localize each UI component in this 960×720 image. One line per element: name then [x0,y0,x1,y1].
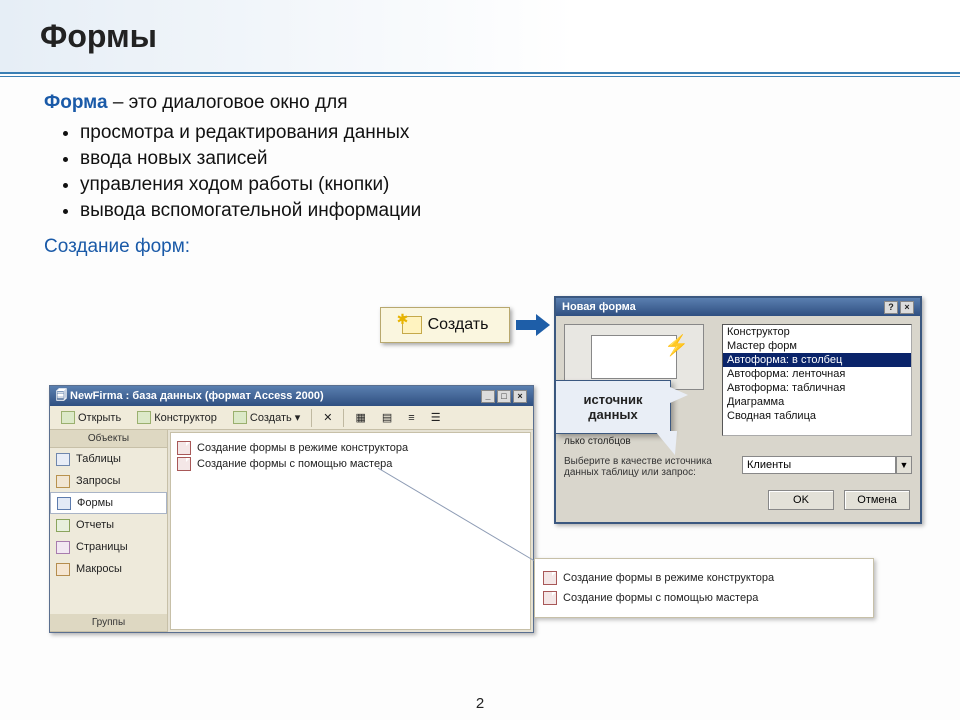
close-button[interactable]: × [513,390,527,403]
wizard-icon [543,571,557,585]
form-icon [57,497,71,510]
toolbar: Открыть Конструктор Создать ▾ ✕ ▦ ▤ ≡ ☰ [50,406,533,430]
option-autoform-table[interactable]: Автоформа: табличная [723,381,911,395]
design-icon [137,411,151,424]
option-wizard[interactable]: Мастер форм [723,339,911,353]
sidebar-item-forms[interactable]: Формы [50,492,167,514]
wizard-icon [543,591,557,605]
sidebar-groups-header: Группы [50,614,167,632]
window-titlebar: 🗐 NewFirma : база данных (формат Access … [50,386,533,406]
page-icon [56,541,70,554]
slide-title: Формы [40,18,960,55]
form-type-listbox[interactable]: Конструктор Мастер форм Автоформа: в сто… [722,324,912,436]
query-icon [56,475,70,488]
definition-line: Форма – это диалоговое окно для [44,92,930,114]
sidebar-item-queries[interactable]: Запросы [50,470,167,492]
option-constructor[interactable]: Конструктор [723,325,911,339]
new-icon [233,411,247,424]
list-item[interactable]: Создание формы с помощью мастера [543,591,865,605]
sidebar-item-macros[interactable]: Макросы [50,558,167,580]
design-button[interactable]: Конструктор [130,408,224,428]
wizard-icon [177,457,191,471]
window-title: 🗐 NewFirma : база данных (формат Access … [56,387,324,406]
lightning-icon: ⚡ [664,333,689,358]
callout-line1: источник [584,392,643,407]
option-pivot[interactable]: Сводная таблица [723,409,911,423]
bullet-item: ввода новых записей [80,148,930,170]
bullet-item: просмотра и редактирования данных [80,122,930,144]
ok-button[interactable]: OK [768,490,834,510]
view-details-icon[interactable]: ☰ [424,408,448,428]
form-creation-callout: Создание формы в режиме конструктора Соз… [534,558,874,618]
definition-term: Форма [44,92,108,113]
option-autoform-ribbon[interactable]: Автоформа: ленточная [723,367,911,381]
maximize-button[interactable]: □ [497,390,511,403]
sidebar-item-tables[interactable]: Таблицы [50,448,167,470]
list-item[interactable]: Создание формы в режиме конструктора [543,571,865,585]
bullet-item: управления ходом работы (кнопки) [80,174,930,196]
bullet-list: просмотра и редактирования данных ввода … [80,122,930,222]
view-large-icon[interactable]: ▦ [348,408,372,428]
cancel-button[interactable]: Отмена [844,490,910,510]
table-icon [56,453,70,466]
list-item[interactable]: Создание формы с помощью мастера [177,457,524,471]
source-combobox[interactable]: ▼ [742,456,912,474]
sidebar-item-reports[interactable]: Отчеты [50,514,167,536]
report-icon [56,519,70,532]
create-button-label: Создать [428,316,489,334]
definition-rest: – это диалоговое окно для [108,92,348,113]
open-icon [61,411,75,424]
subheading: Создание форм: [44,236,930,258]
data-source-callout: источник данных [555,380,671,434]
close-button[interactable]: × [900,301,914,314]
forms-list: Создание формы в режиме конструктора Соз… [170,432,531,630]
source-input[interactable] [742,456,896,474]
dropdown-icon[interactable]: ▼ [896,456,912,474]
sidebar-header: Объекты [50,430,167,448]
open-button[interactable]: Открыть [54,408,128,428]
minimize-button[interactable]: _ [481,390,495,403]
delete-button[interactable]: ✕ [316,408,339,428]
objects-sidebar: Объекты Таблицы Запросы Формы Отчеты Стр… [50,430,168,632]
view-list-icon[interactable]: ≡ [401,408,421,428]
dialog-titlebar: Новая форма ? × [556,298,920,316]
option-chart[interactable]: Диаграмма [723,395,911,409]
help-button[interactable]: ? [884,301,898,314]
list-item[interactable]: Создание формы в режиме конструктора [177,441,524,455]
dialog-title: Новая форма [562,301,636,313]
create-button[interactable]: Создать ▾ [226,408,307,428]
view-small-icon[interactable]: ▤ [375,408,399,428]
slide-content: Форма – это диалоговое окно для просмотр… [0,74,960,258]
option-autoform-column[interactable]: Автоформа: в столбец [723,353,911,367]
form-type-list: Конструктор Мастер форм Автоформа: в сто… [722,324,912,448]
wizard-icon [177,441,191,455]
create-button-callout[interactable]: Создать [380,307,510,343]
source-label: Выберите в качестве источника данных таб… [564,456,734,478]
callout-line2: данных [588,407,638,422]
arrow-icon [516,314,550,336]
bullet-item: вывода вспомогательной информации [80,200,930,222]
sidebar-item-pages[interactable]: Страницы [50,536,167,558]
access-db-window: 🗐 NewFirma : база данных (формат Access … [49,385,534,633]
slide-title-bar: Формы [0,0,960,74]
macro-icon [56,563,70,576]
page-number: 2 [476,695,484,712]
new-icon [402,316,422,334]
